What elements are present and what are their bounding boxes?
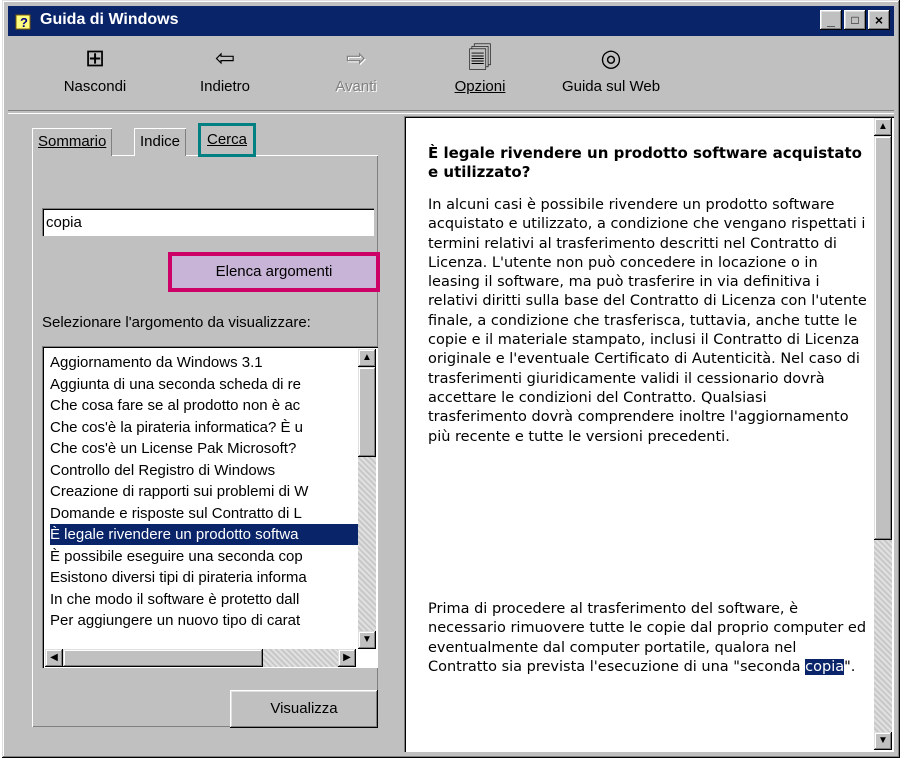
scroll-right-button[interactable]: ▶ (338, 649, 356, 667)
help-book-icon: ? (15, 14, 31, 30)
forward-arrow-icon: ⇨ (345, 45, 367, 72)
topic-list-item[interactable]: Che cos'è la pirateria informatica? È u (50, 417, 360, 438)
scroll-left-button[interactable]: ◀ (45, 649, 63, 667)
topic-list-item[interactable]: Aggiornamento da Windows 3.1 (50, 352, 360, 373)
article-pane[interactable]: È legale rivendere un prodotto software … (404, 116, 894, 752)
search-highlight: copia (805, 658, 845, 675)
forward-button[interactable]: ⇨ Avanti (316, 44, 396, 108)
h-scroll-thumb[interactable] (63, 649, 263, 667)
web-help-button[interactable]: ◎ Guida sul Web (546, 44, 676, 108)
hide-button[interactable]: ⊞ Nascondi (50, 44, 140, 108)
topic-list[interactable]: Aggiornamento da Windows 3.1 Aggiunta di … (42, 346, 378, 668)
back-arrow-icon: ⇦ (214, 45, 236, 72)
topic-list-item[interactable]: Domande e risposte sul Contratto di L (50, 503, 360, 524)
list-topics-button[interactable]: Elenca argomenti (168, 252, 380, 292)
scroll-down-button[interactable]: ▼ (358, 631, 376, 649)
options-button[interactable]: 🗐 Opzioni (440, 44, 520, 108)
window-title: Guida di Windows (40, 11, 179, 28)
scroll-thumb[interactable] (358, 367, 376, 457)
hide-icon: ⊞ (84, 45, 106, 72)
article-scroll-down-button[interactable]: ▼ (874, 732, 892, 750)
topic-list-item[interactable]: Aggiunta di una seconda scheda di re (50, 374, 360, 395)
maximize-button[interactable]: □ (844, 10, 866, 30)
web-help-icon: ◎ (600, 45, 622, 72)
article-paragraph: In alcuni casi è possibile rivendere un … (428, 197, 867, 445)
tab-cerca[interactable]: Cerca (198, 123, 257, 157)
topic-list-item[interactable]: Esistono diversi tipi di pirateria infor… (50, 567, 360, 588)
topic-list-item[interactable]: Che cosa fare se al prodotto non è ac (50, 395, 360, 416)
back-button[interactable]: ⇦ Indietro (180, 44, 270, 108)
select-topic-label: Selezionare l'argomento da visualizzare: (42, 314, 311, 331)
tab-sommario[interactable]: Sommario (32, 128, 113, 156)
toolbar-divider (8, 110, 894, 114)
article-title: È legale rivendere un prodotto software … (428, 144, 862, 181)
web-help-label: Guida sul Web (561, 78, 661, 95)
back-label: Indietro (199, 78, 251, 95)
topic-list-item[interactable]: Che cos'è un License Pak Microsoft? (50, 438, 360, 459)
article-text: Prima di procedere al trasferimento del … (428, 601, 867, 675)
article-scroll-thumb[interactable] (874, 136, 892, 540)
topic-list-item[interactable]: È possibile eseguire una seconda cop (50, 546, 360, 567)
options-label: Opzioni (454, 78, 506, 95)
article-scroll-up-button[interactable]: ▲ (874, 118, 892, 136)
forward-label: Avanti (335, 78, 377, 95)
minimize-button[interactable]: _ (820, 10, 842, 30)
topic-list-item[interactable]: È legale rivendere un prodotto softwa (50, 524, 360, 545)
tab-sommario-label: Sommario (38, 133, 107, 150)
help-window: ? Guida di Windows _ □ × ⊞ Nascondi ⇦ In… (2, 0, 900, 758)
view-button[interactable]: Visualizza (230, 690, 378, 728)
topic-list-item[interactable]: Per aggiungere un nuovo tipo di carat (50, 610, 360, 631)
scroll-up-button[interactable]: ▲ (358, 349, 376, 367)
article-paragraph: Prima di procedere al trasferimento del … (428, 600, 868, 677)
tab-indice-label: Indice (140, 133, 181, 150)
options-icon: 🗐 (468, 45, 492, 72)
svg-text:?: ? (20, 15, 28, 30)
topic-list-item[interactable]: Creazione di rapporti sui problemi di W (50, 481, 360, 502)
tab-indice[interactable]: Indice (134, 128, 187, 156)
topic-list-item[interactable]: In che modo il software è protetto dall (50, 589, 360, 610)
topic-list-item[interactable]: Controllo del Registro di Windows (50, 460, 360, 481)
tab-cerca-label: Cerca (207, 131, 248, 148)
search-input[interactable] (42, 208, 374, 236)
article-text: ". (844, 658, 856, 675)
title-bar[interactable]: ? Guida di Windows _ □ × (8, 6, 894, 36)
hide-label: Nascondi (63, 78, 127, 95)
close-button[interactable]: × (868, 10, 890, 30)
